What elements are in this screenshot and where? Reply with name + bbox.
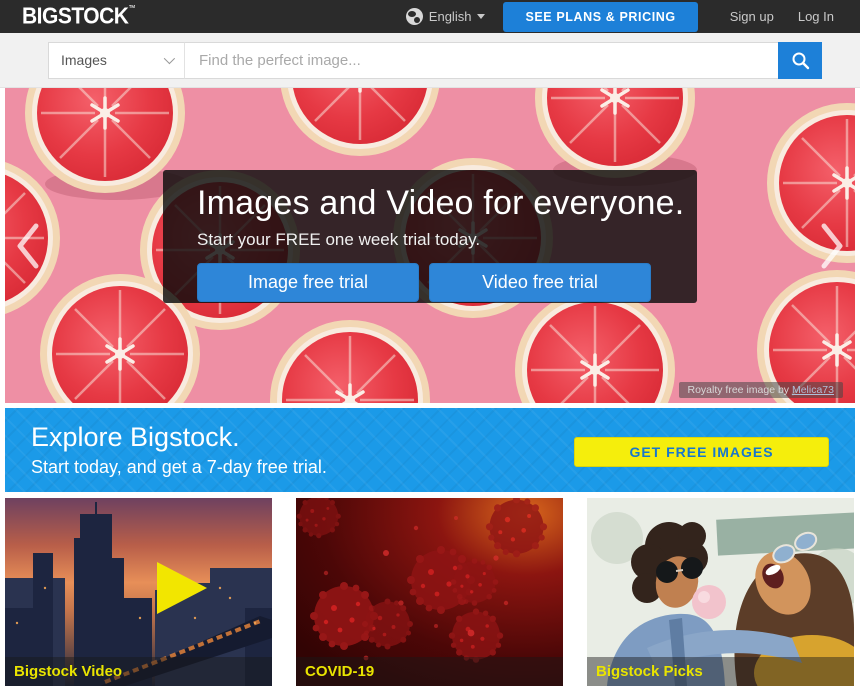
trademark-symbol: ™: [128, 4, 135, 12]
caret-down-icon: [477, 14, 485, 19]
carousel-prev-button[interactable]: [15, 222, 41, 270]
get-free-images-button[interactable]: GET FREE IMAGES: [574, 437, 829, 467]
search-button[interactable]: [778, 42, 822, 79]
top-header: BIGSTOCK™ English SEE PLANS & PRICING Si…: [0, 0, 860, 33]
bigstock-logo[interactable]: BIGSTOCK™: [22, 3, 135, 30]
video-free-trial-button[interactable]: Video free trial: [429, 263, 651, 302]
bigstock-picks-card[interactable]: Bigstock Picks: [587, 498, 854, 686]
language-selector[interactable]: English: [406, 8, 486, 25]
image-attribution: Royalty free image by Melica73: [679, 382, 844, 398]
log-in-link[interactable]: Log In: [798, 9, 834, 24]
search-category-value: Images: [61, 52, 107, 68]
image-free-trial-button[interactable]: Image free trial: [197, 263, 419, 302]
bigstock-video-card[interactable]: Bigstock Video: [5, 498, 272, 686]
search-icon: [791, 51, 810, 70]
chevron-right-icon: [824, 226, 840, 266]
search-input[interactable]: [185, 42, 778, 79]
hero-overlay-panel: Images and Video for everyone. Start you…: [163, 170, 697, 303]
search-bar: Images: [0, 33, 860, 88]
explore-banner: Explore Bigstock. Start today, and get a…: [5, 408, 855, 492]
search-category-dropdown[interactable]: Images: [48, 42, 185, 79]
category-cards-row: Bigstock Video: [5, 498, 855, 686]
see-plans-pricing-button[interactable]: SEE PLANS & PRICING: [503, 2, 697, 32]
attribution-text: Royalty free image by: [688, 384, 792, 396]
carousel-next-button[interactable]: [819, 222, 845, 270]
chevron-left-icon: [20, 226, 36, 266]
globe-icon: [406, 8, 423, 25]
attribution-author-link[interactable]: Melica73: [792, 384, 834, 396]
hero-subtitle: Start your FREE one week trial today.: [197, 230, 697, 250]
card-label: Bigstock Picks: [587, 657, 854, 686]
card-label: Bigstock Video: [5, 657, 272, 686]
covid-19-card[interactable]: COVID-19: [296, 498, 563, 686]
card-label: COVID-19: [296, 657, 563, 686]
language-label: English: [429, 9, 472, 24]
sign-up-link[interactable]: Sign up: [730, 9, 774, 24]
chevron-down-icon: [164, 53, 175, 64]
hero-title: Images and Video for everyone.: [197, 184, 697, 223]
hero-carousel: Images and Video for everyone. Start you…: [5, 88, 855, 403]
